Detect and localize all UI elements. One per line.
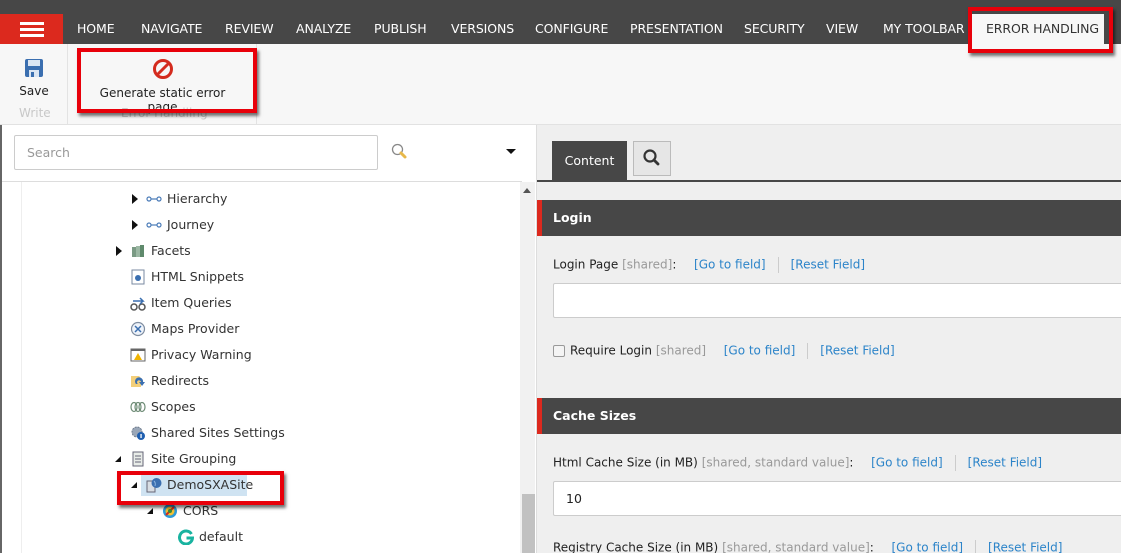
search-icon[interactable] [390,142,410,162]
error-handling-group-label: Error Handling [121,106,208,120]
tab-content[interactable]: Content [552,141,627,181]
collapse-toggle[interactable] [130,474,140,496]
cors-icon [163,504,177,518]
privacy-warning-icon [130,348,146,362]
tab-my-toolbar[interactable]: MY TOOLBAR [883,14,965,44]
default-g-icon [178,529,194,545]
redirects-icon [131,376,145,387]
hamburger-menu-button[interactable] [0,14,63,44]
expand-toggle[interactable] [130,214,140,236]
collapse-toggle[interactable] [114,448,124,470]
go-to-field-link[interactable]: [Go to field] [694,258,766,272]
go-to-field-link[interactable]: [Go to field] [871,456,943,470]
shared-settings-icon [131,426,145,440]
save-floppy-icon [25,59,43,77]
link-chain-icon [146,196,162,202]
tab-configure[interactable]: CONFIGURE [535,14,608,44]
top-nav-bar: HOME NAVIGATE REVIEW ANALYZE PUBLISH VER… [0,0,1121,44]
ribbon: Save Write Generate static error page Er… [0,44,1121,125]
tab-presentation[interactable]: PRESENTATION [630,14,723,44]
section-marker [537,398,540,434]
tree-scrollbar[interactable] [520,182,535,553]
section-header-login[interactable]: Login [538,200,1121,236]
content-tree-pane: Search Hierarchy Journey Facets HTML Sni… [0,125,536,553]
tree-search-input[interactable]: Search [14,135,378,170]
link-chain-icon [146,222,162,228]
expand-toggle[interactable] [114,240,124,262]
tab-search[interactable] [633,141,671,176]
tab-view[interactable]: VIEW [826,14,858,44]
search-options-dropdown[interactable] [506,149,516,154]
go-to-field-link[interactable]: [Go to field] [724,344,796,358]
content-editor-pane: Content Login Login Page [shared]: [Go t… [536,125,1121,553]
tab-publish[interactable]: PUBLISH [374,14,427,44]
site-grouping-icon [132,451,144,467]
ribbon-group-divider [256,44,257,124]
reset-field-link[interactable]: [Reset Field] [988,541,1062,553]
require-login-checkbox[interactable] [553,344,565,357]
reset-field-link[interactable]: [Reset Field] [791,258,865,272]
maps-provider-icon [130,321,146,337]
save-label: Save [19,84,49,98]
site-globe-icon [146,478,162,493]
tab-navigate[interactable]: NAVIGATE [141,14,202,44]
content-tree: Hierarchy Journey Facets HTML Snippets I… [2,182,518,553]
scrollbar-thumb[interactable] [522,494,535,553]
go-to-field-link[interactable]: [Go to field] [891,541,963,553]
reset-field-link[interactable]: [Reset Field] [820,344,894,358]
reset-field-link[interactable]: [Reset Field] [968,456,1042,470]
search-icon [643,149,660,166]
tab-analyze[interactable]: ANALYZE [296,14,351,44]
html-cache-size-input[interactable]: 10 [553,481,1121,516]
scopes-icon [130,401,146,413]
field-label-login-page: Login Page [shared]: [Go to field] [Reset… [553,257,866,273]
html-snippet-icon [131,269,145,285]
scroll-up-arrow[interactable] [523,188,531,193]
no-entry-icon [152,59,173,79]
save-button[interactable]: Save [12,58,56,98]
tab-home[interactable]: HOME [77,14,115,44]
collapse-toggle[interactable] [146,500,156,522]
section-header-cache-sizes[interactable]: Cache Sizes [538,398,1121,434]
field-label-html-cache-size: Html Cache Size (in MB) [shared, standar… [553,455,1043,471]
app-window: HOME NAVIGATE REVIEW ANALYZE PUBLISH VER… [0,0,1121,553]
write-group-label: Write [19,106,51,120]
facets-icon [132,245,144,257]
item-queries-icon [130,297,146,311]
section-marker [537,200,540,236]
ribbon-group-divider [67,44,68,124]
tab-error-handling[interactable]: ERROR HANDLING [970,14,1104,44]
tab-underline [537,180,1121,182]
tab-security[interactable]: SECURITY [744,14,805,44]
tab-versions[interactable]: VERSIONS [451,14,514,44]
expand-toggle[interactable] [130,188,140,210]
field-label-registry-cache-size: Registry Cache Size (in MB) [shared, sta… [553,540,1062,553]
login-page-input[interactable] [553,283,1121,318]
field-label-require-login: Require Login [shared] [Go to field] [Res… [553,343,895,359]
tab-review[interactable]: REVIEW [225,14,274,44]
